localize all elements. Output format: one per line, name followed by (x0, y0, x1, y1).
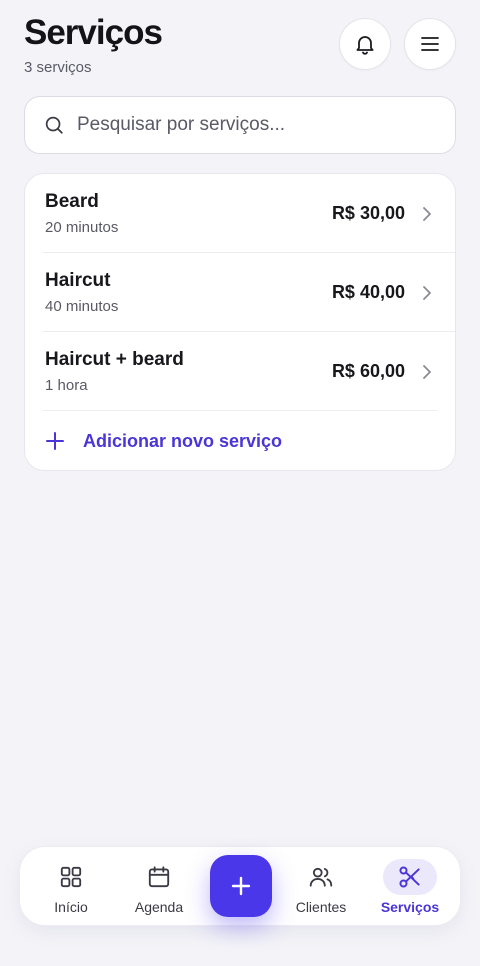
nav-label: Agenda (134, 899, 184, 915)
header: Serviços 3 serviços (24, 14, 456, 84)
plus-icon (46, 432, 64, 450)
service-price: R$ 60,00 (331, 361, 405, 381)
service-duration: 20 minutos (45, 219, 119, 236)
bell-icon (356, 36, 374, 55)
chevron-right-icon (423, 286, 431, 300)
users-icon (309, 867, 333, 887)
grid-icon (60, 866, 82, 888)
service-duration: 40 minutos (45, 298, 119, 315)
header-actions (339, 18, 456, 70)
nav-icon-container (44, 859, 98, 895)
nav-item-clientes[interactable]: Clientes (279, 847, 363, 927)
service-row[interactable]: Beard 20 minutos R$ 30,00 (25, 174, 455, 253)
nav-label: Início (54, 899, 88, 915)
nav-item-servicos[interactable]: Serviços (368, 847, 452, 927)
scissors-icon (399, 866, 420, 888)
service-row[interactable]: Haircut + beard 1 hora R$ 60,00 (25, 332, 455, 411)
nav-label: Clientes (295, 899, 347, 915)
create-button[interactable] (210, 855, 272, 917)
service-price: R$ 40,00 (331, 282, 405, 302)
service-price: R$ 30,00 (331, 203, 405, 223)
nav-icon-container (294, 859, 348, 895)
nav-label: Serviços (380, 899, 440, 915)
services-list: Beard 20 minutos R$ 30,00 Haircut 40 min… (24, 173, 456, 471)
plus-icon (231, 876, 251, 896)
bottom-nav: Início Agenda Clientes Serviços (19, 846, 461, 926)
notifications-button[interactable] (339, 18, 391, 70)
service-row[interactable]: Haircut 40 minutos R$ 40,00 (25, 253, 455, 332)
add-service-label: Adicionar novo serviço (83, 430, 283, 451)
search-input[interactable] (77, 114, 417, 136)
service-duration: 1 hora (45, 377, 88, 394)
chevron-right-icon (423, 365, 431, 379)
search-icon (45, 116, 63, 134)
menu-button[interactable] (404, 18, 456, 70)
menu-icon (421, 37, 439, 51)
service-name: Haircut (45, 270, 111, 291)
service-name: Haircut + beard (45, 349, 184, 370)
nav-item-agenda[interactable]: Agenda (117, 847, 201, 927)
nav-icon-container (132, 859, 186, 895)
services-screen: Serviços 3 serviços Beard (0, 0, 480, 966)
service-name: Beard (45, 191, 99, 212)
search-bar[interactable] (24, 96, 456, 154)
nav-icon-container (383, 859, 437, 895)
add-service-button[interactable]: Adicionar novo serviço (45, 411, 435, 470)
chevron-right-icon (423, 207, 431, 221)
nav-item-inicio[interactable]: Início (29, 847, 113, 927)
calendar-icon (148, 866, 170, 888)
